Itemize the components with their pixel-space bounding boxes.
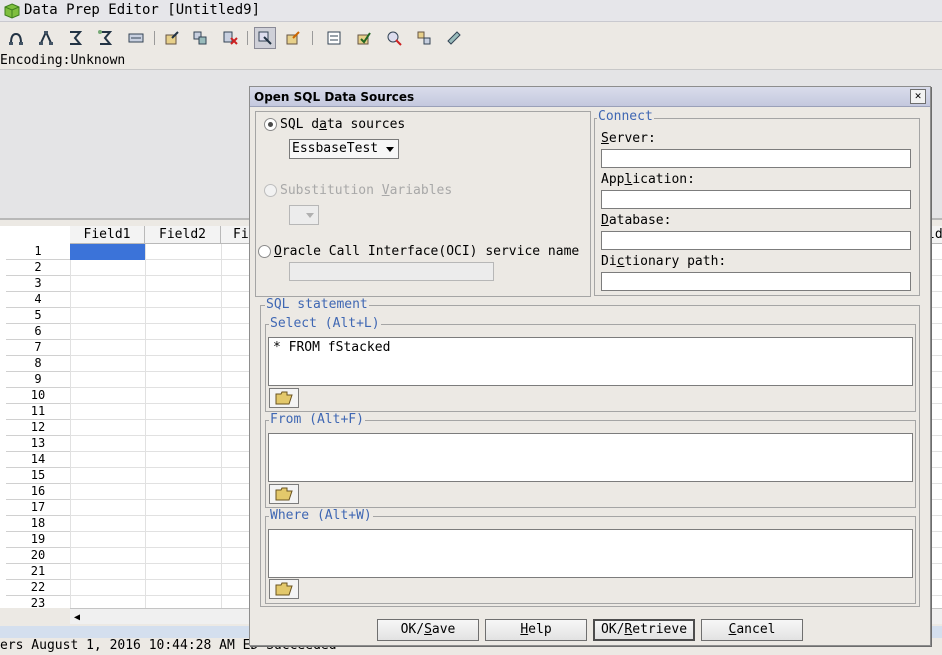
sql-data-sources-label: SQL data sources <box>280 117 406 132</box>
row-number[interactable]: 15 <box>6 468 70 484</box>
oci-radio[interactable]: Oracle Call Interface(OCI) service name <box>258 244 579 259</box>
substitution-variables-select[interactable] <box>289 205 319 225</box>
database-input[interactable] <box>601 231 911 250</box>
row-number[interactable]: 2 <box>6 260 70 276</box>
open-sql-data-sources-dialog: Open SQL Data Sources ✕ SQL data sources… <box>249 86 931 646</box>
dictionary-path-input[interactable] <box>601 272 911 291</box>
application-input[interactable] <box>601 190 911 209</box>
window-title: Data Prep Editor [Untitled9] <box>24 2 261 18</box>
connect-legend: Connect <box>597 109 654 124</box>
row-number[interactable]: 4 <box>6 292 70 308</box>
row-number[interactable]: 13 <box>6 436 70 452</box>
from-legend: From (Alt+F) <box>269 412 365 427</box>
server-label: Server: <box>601 131 656 146</box>
row-number[interactable]: 20 <box>6 548 70 564</box>
row-number[interactable]: 14 <box>6 452 70 468</box>
row-number[interactable]: 5 <box>6 308 70 324</box>
dimension-icon[interactable] <box>413 27 435 49</box>
row-number[interactable]: 1 <box>6 244 70 260</box>
help-button[interactable]: Help <box>485 619 587 641</box>
data-load-icon[interactable] <box>383 27 405 49</box>
folder-open-icon <box>275 582 293 596</box>
toolbar-separator <box>154 31 155 45</box>
scroll-left-icon[interactable]: ◀ <box>74 612 80 623</box>
sort-descending-icon[interactable] <box>94 27 116 49</box>
row-number[interactable]: 11 <box>6 404 70 420</box>
row-number[interactable]: 3 <box>6 276 70 292</box>
select-legend: Select (Alt+L) <box>269 316 381 331</box>
sql-statement-legend: SQL statement <box>265 297 369 312</box>
row-number[interactable]: 7 <box>6 340 70 356</box>
validate-icon[interactable] <box>353 27 375 49</box>
clear-icon[interactable] <box>219 27 241 49</box>
database-label: Database: <box>601 213 672 228</box>
substitution-variables-radio[interactable]: Substitution Variables <box>264 183 452 198</box>
dictionary-path-label: Dictionary path: <box>601 254 727 269</box>
dimension-build-icon[interactable] <box>282 27 304 49</box>
application-label: Application: <box>601 172 695 187</box>
where-textarea[interactable] <box>268 529 913 578</box>
ok-save-button[interactable]: OK/Save <box>377 619 479 641</box>
toolbar-separator <box>312 31 313 45</box>
row-number[interactable]: 6 <box>6 324 70 340</box>
toolbar <box>0 24 942 52</box>
column-header-field2[interactable]: Field2 <box>145 226 221 244</box>
row-number[interactable]: 8 <box>6 356 70 372</box>
selected-cell[interactable] <box>70 244 145 260</box>
close-icon[interactable]: ✕ <box>910 89 926 104</box>
select-textarea[interactable]: * FROM fStacked <box>268 337 913 386</box>
radio-unselected-icon[interactable] <box>258 245 271 258</box>
row-number[interactable]: 23 <box>6 596 70 608</box>
where-open-button[interactable] <box>269 579 299 599</box>
data-source-icon[interactable] <box>254 27 276 49</box>
row-number[interactable]: 22 <box>6 580 70 596</box>
radio-unselected-icon[interactable] <box>264 184 277 197</box>
encoding-label: Encoding:Unknown <box>0 53 126 68</box>
ok-retrieve-button[interactable]: OK/Retrieve <box>593 619 695 641</box>
row-number[interactable]: 17 <box>6 500 70 516</box>
folder-open-icon <box>275 487 293 501</box>
open-sql-icon[interactable] <box>161 27 183 49</box>
open-data-icon[interactable] <box>5 27 27 49</box>
oci-service-name-field[interactable] <box>289 262 494 281</box>
row-number[interactable]: 9 <box>6 372 70 388</box>
chevron-down-icon <box>306 213 314 218</box>
open-rules-icon[interactable] <box>35 27 57 49</box>
from-textarea[interactable] <box>268 433 913 482</box>
field-properties-icon[interactable] <box>323 27 345 49</box>
row-number[interactable]: 16 <box>6 484 70 500</box>
toolbar-separator <box>247 31 248 45</box>
server-input[interactable] <box>601 149 911 168</box>
record-view-icon[interactable] <box>125 27 147 49</box>
replace-icon[interactable] <box>443 27 465 49</box>
sql-data-source-select[interactable]: EssbaseTest <box>289 139 399 159</box>
data-prep-editor-icon <box>4 3 20 19</box>
from-open-button[interactable] <box>269 484 299 504</box>
sql-data-source-value: EssbaseTest <box>292 141 379 156</box>
title-bar: Data Prep Editor [Untitled9] <box>0 0 942 22</box>
row-number[interactable]: 10 <box>6 388 70 404</box>
column-header-field1[interactable]: Field1 <box>70 226 145 244</box>
sql-data-sources-radio[interactable]: SQL data sources <box>264 117 405 132</box>
sort-ascending-icon[interactable] <box>64 27 86 49</box>
row-number[interactable]: 18 <box>6 516 70 532</box>
radio-selected-icon[interactable] <box>264 118 277 131</box>
grid-line <box>145 244 146 608</box>
folder-open-icon <box>275 391 293 405</box>
dialog-title-bar[interactable]: Open SQL Data Sources ✕ <box>250 87 930 107</box>
grid-line <box>70 244 71 608</box>
row-number[interactable]: 19 <box>6 532 70 548</box>
associate-outline-icon[interactable] <box>189 27 211 49</box>
oci-label: Oracle Call Interface(OCI) service name <box>274 244 580 259</box>
select-open-button[interactable] <box>269 388 299 408</box>
cancel-button[interactable]: Cancel <box>701 619 803 641</box>
row-number[interactable]: 21 <box>6 564 70 580</box>
substitution-variables-label: Substitution Variables <box>280 183 453 198</box>
row-number[interactable]: 12 <box>6 420 70 436</box>
where-legend: Where (Alt+W) <box>269 508 373 523</box>
dialog-title: Open SQL Data Sources <box>254 90 415 104</box>
grid-line <box>221 244 222 608</box>
chevron-down-icon <box>386 147 394 152</box>
